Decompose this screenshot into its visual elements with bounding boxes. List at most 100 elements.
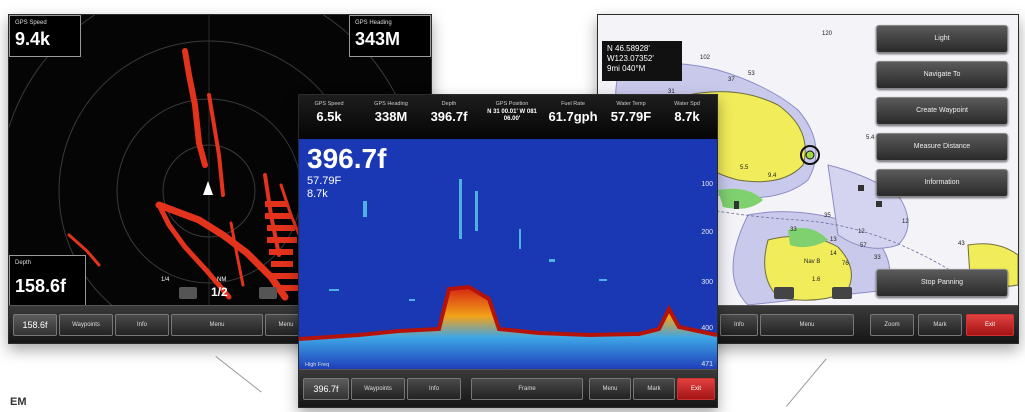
data-depth-label: Depth	[441, 101, 457, 107]
gps-speed-label: GPS Speed	[15, 20, 47, 26]
range-plus-button[interactable]	[259, 287, 277, 299]
menu-item-information[interactable]: Information	[876, 169, 1008, 197]
data-gps-position-value: N 31 00.01' W 081 06.00'	[487, 109, 537, 122]
depth-value: 158.6f	[15, 276, 67, 296]
data-depth-value: 396.7f	[430, 109, 468, 124]
radar-softkey-menu[interactable]: Menu	[171, 314, 263, 336]
scale-tick-max: 471	[701, 361, 713, 368]
depth-sounding: 9.4	[768, 173, 777, 179]
connector-line-left	[215, 356, 262, 393]
footer-mark: EM	[10, 396, 27, 408]
range-control[interactable]: 1/4 NM 1/2	[159, 277, 287, 301]
sonar-water-speed-readout: 8.7k	[307, 188, 328, 200]
depth-box: Depth 158.6f	[9, 255, 86, 307]
data-gps-position-label: GPS Position	[495, 101, 529, 107]
depth-sounding: 33	[874, 255, 881, 261]
scale-tick-200: 200	[701, 229, 713, 236]
cursor-latitude: N 46.58928'	[607, 44, 650, 53]
data-gps-speed-label: GPS Speed	[314, 101, 344, 107]
data-gps-speed: GPS Speed 6.5k	[303, 101, 355, 124]
radar-softkey-waypoints[interactable]: Waypoints	[59, 314, 113, 336]
sonar-softkey-mark[interactable]: Mark	[633, 378, 675, 400]
depth-sounding: 5.4	[866, 135, 875, 141]
menu-item-measure-distance[interactable]: Measure Distance	[876, 133, 1008, 161]
data-water-temp-value: 57.79F	[610, 109, 652, 124]
data-gps-heading-value: 338M	[374, 109, 408, 124]
chart-softkey-exit[interactable]: Exit	[966, 314, 1014, 336]
chart-softkey-zoom[interactable]: Zoom	[870, 314, 914, 336]
sonar-softkey-exit[interactable]: Exit	[677, 378, 715, 400]
sonar-screen: GPS Speed 6.5k GPS Heading 338M Depth 39…	[298, 94, 718, 408]
cursor-position-box: N 46.58928' W123.07352' 9mi 040°M	[602, 41, 682, 81]
data-gps-position: GPS Position N 31 00.01' W 081 06.00'	[481, 101, 543, 123]
depth-sounding: 76	[842, 261, 849, 267]
depth-sounding: 102	[700, 55, 711, 61]
sonar-softkey-bar: 396.7f Waypoints Info Frame Menu Mark Ex…	[299, 369, 717, 407]
depth-sounding: 35	[824, 213, 831, 219]
depth-sounding: 5.5	[740, 165, 749, 171]
gps-heading-value: 343M	[355, 29, 401, 49]
sonar-depth-readout: 396.7f	[307, 143, 387, 174]
sonar-softkey-frame[interactable]: Frame	[471, 378, 583, 400]
nav-aid-label: Nav B	[804, 259, 821, 265]
data-gps-speed-value: 6.5k	[316, 109, 342, 124]
gps-heading-label: GPS Heading	[355, 20, 392, 26]
data-fuel-rate-value: 61.7gph	[548, 109, 598, 124]
scale-tick-400: 400	[701, 325, 713, 332]
depth-sounding: 1.6	[812, 277, 821, 283]
radar-softkey-depth[interactable]: 158.6f	[13, 314, 57, 336]
depth-sounding: 33	[790, 227, 797, 233]
data-water-speed-value: 8.7k	[674, 109, 700, 124]
gps-speed-box: GPS Speed 9.4k	[9, 15, 81, 57]
range-small-value: 1/4	[161, 277, 170, 283]
depth-sounding: 12	[902, 219, 909, 225]
depth-sounding: 43	[958, 241, 965, 247]
menu-item-create-waypoint[interactable]: Create Waypoint	[876, 97, 1008, 125]
radar-softkey-info[interactable]: Info	[115, 314, 169, 336]
depth-sounding: 14	[830, 251, 837, 257]
gps-heading-box: GPS Heading 343M	[349, 15, 431, 57]
stop-panning-button[interactable]: Stop Panning	[876, 269, 1008, 297]
data-gps-heading: GPS Heading 338M	[363, 101, 419, 124]
depth-sounding: 12	[858, 229, 865, 235]
depth-label: Depth	[15, 260, 32, 266]
data-fuel-rate-label: Fuel Rate	[561, 101, 585, 107]
sonar-depth-scale: 100 200 300 400 471	[691, 139, 713, 371]
data-water-temp-label: Water Temp	[616, 101, 646, 107]
zoom-in-button[interactable]	[832, 287, 852, 299]
depth-sounding: 57	[860, 243, 867, 249]
data-fuel-rate: Fuel Rate 61.7gph	[545, 101, 601, 124]
frequency-label: High Freq	[305, 362, 330, 368]
data-water-speed-label: Water Spd	[674, 101, 700, 107]
sonar-softkey-info[interactable]: Info	[407, 378, 461, 400]
sonar-data-bar: GPS Speed 6.5k GPS Heading 338M Depth 39…	[299, 95, 717, 140]
chart-softkey-info[interactable]: Info	[720, 314, 758, 336]
zoom-control[interactable]	[774, 285, 854, 301]
data-water-speed: Water Spd 8.7k	[661, 101, 713, 124]
depth-sounding: 120	[822, 31, 833, 37]
cursor-distance-bearing: 9mi 040°M	[607, 64, 646, 73]
cursor-longitude: W123.07352'	[607, 54, 654, 63]
data-water-temp: Water Temp 57.79F	[603, 101, 659, 124]
range-value: 1/2	[211, 285, 228, 299]
chart-softkey-menu[interactable]: Menu	[760, 314, 854, 336]
depth-sounding: 37	[728, 77, 735, 83]
range-label: NM	[217, 277, 227, 283]
scale-tick-100: 100	[701, 181, 713, 188]
sonar-water-temp-readout: 57.79F	[307, 175, 342, 187]
range-minus-button[interactable]	[179, 287, 197, 299]
sonar-softkey-menu[interactable]: Menu	[589, 378, 631, 400]
scale-tick-300: 300	[701, 279, 713, 286]
connector-line-right	[786, 358, 827, 407]
data-gps-heading-label: GPS Heading	[374, 101, 408, 107]
sonar-softkey-waypoints[interactable]: Waypoints	[351, 378, 405, 400]
sonar-softkey-depth[interactable]: 396.7f	[303, 378, 349, 400]
data-depth: Depth 396.7f	[421, 101, 477, 124]
menu-item-navigate-to[interactable]: Navigate To	[876, 61, 1008, 89]
gps-speed-value: 9.4k	[15, 29, 51, 49]
depth-sounding: 13	[830, 237, 837, 243]
menu-item-light[interactable]: Light	[876, 25, 1008, 53]
depth-sounding: 53	[748, 71, 755, 77]
chart-softkey-mark[interactable]: Mark	[918, 314, 962, 336]
zoom-out-button[interactable]	[774, 287, 794, 299]
